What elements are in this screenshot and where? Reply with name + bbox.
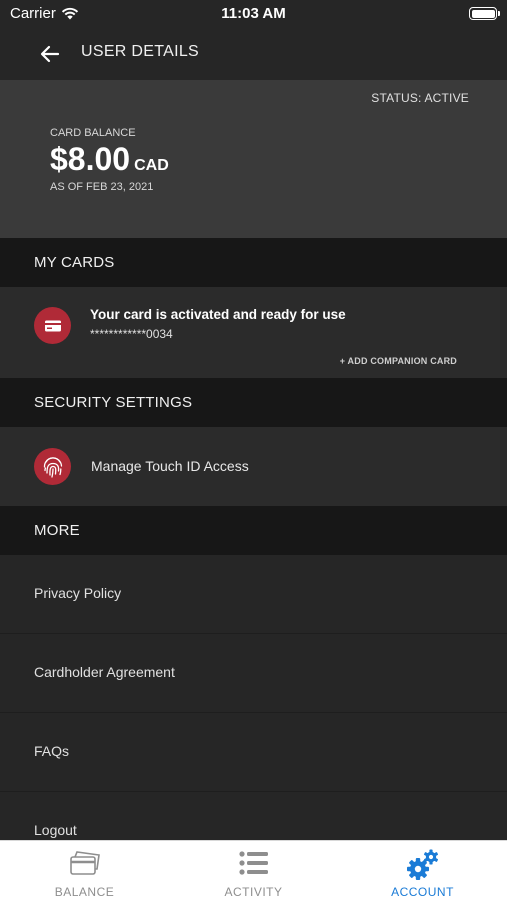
navigation-bar: USER DETAILS <box>0 28 507 80</box>
masked-card-number: ************0034 <box>90 327 173 341</box>
tab-account[interactable]: ACCOUNT <box>338 841 507 900</box>
my-cards-heading: MY CARDS <box>34 254 115 271</box>
my-cards-header: MY CARDS <box>0 238 507 287</box>
tab-balance[interactable]: BALANCE <box>0 841 169 900</box>
gears-icon <box>406 849 438 880</box>
tab-account-label: ACCOUNT <box>391 885 454 899</box>
privacy-policy-label: Privacy Policy <box>34 585 122 601</box>
credit-card-icon <box>34 307 71 344</box>
page-title: USER DETAILS <box>81 43 199 60</box>
more-heading: MORE <box>34 522 80 539</box>
privacy-policy-item[interactable]: Privacy Policy <box>0 555 507 634</box>
faqs-label: FAQs <box>34 743 70 759</box>
fingerprint-icon <box>34 448 71 485</box>
manage-touch-id-label: Manage Touch ID Access <box>91 458 249 474</box>
tab-activity-label: ACTIVITY <box>224 885 283 899</box>
logout-label: Logout <box>34 822 77 838</box>
balance-currency: CAD <box>134 157 169 174</box>
card-balance-label: CARD BALANCE <box>50 127 136 139</box>
tab-balance-label: BALANCE <box>54 885 115 899</box>
card-status-message: Your card is activated and ready for use <box>90 307 346 322</box>
clock: 11:03 AM <box>221 5 286 22</box>
manage-touch-id-row[interactable]: Manage Touch ID Access <box>0 427 507 506</box>
cardholder-agreement-item[interactable]: Cardholder Agreement <box>0 634 507 713</box>
more-header: MORE <box>0 506 507 555</box>
tab-bar: BALANCE ACTIVITY ACCOUNT <box>0 840 507 900</box>
battery-icon <box>469 7 500 20</box>
card-stack-icon <box>69 851 100 875</box>
cardholder-agreement-label: Cardholder Agreement <box>34 664 175 680</box>
balance-amount: $8.00 CAD <box>50 141 169 178</box>
tab-activity[interactable]: ACTIVITY <box>169 841 338 900</box>
security-settings-header: SECURITY SETTINGS <box>0 378 507 427</box>
list-icon <box>238 851 268 875</box>
add-companion-card-link[interactable]: + ADD COMPANION CARD <box>340 356 457 366</box>
back-arrow-icon[interactable] <box>38 42 62 66</box>
security-settings-heading: SECURITY SETTINGS <box>34 394 193 411</box>
status-bar: Carrier 11:03 AM <box>0 0 507 28</box>
balance-panel: STATUS: ACTIVE CARD BALANCE $8.00 CAD AS … <box>0 80 507 238</box>
status-badge: STATUS: ACTIVE <box>371 91 469 105</box>
balance-value: $8.00 <box>50 141 131 177</box>
balance-as-of-date: AS OF FEB 23, 2021 <box>50 181 154 193</box>
card-row[interactable]: Your card is activated and ready for use… <box>0 287 507 378</box>
faqs-item[interactable]: FAQs <box>0 713 507 792</box>
